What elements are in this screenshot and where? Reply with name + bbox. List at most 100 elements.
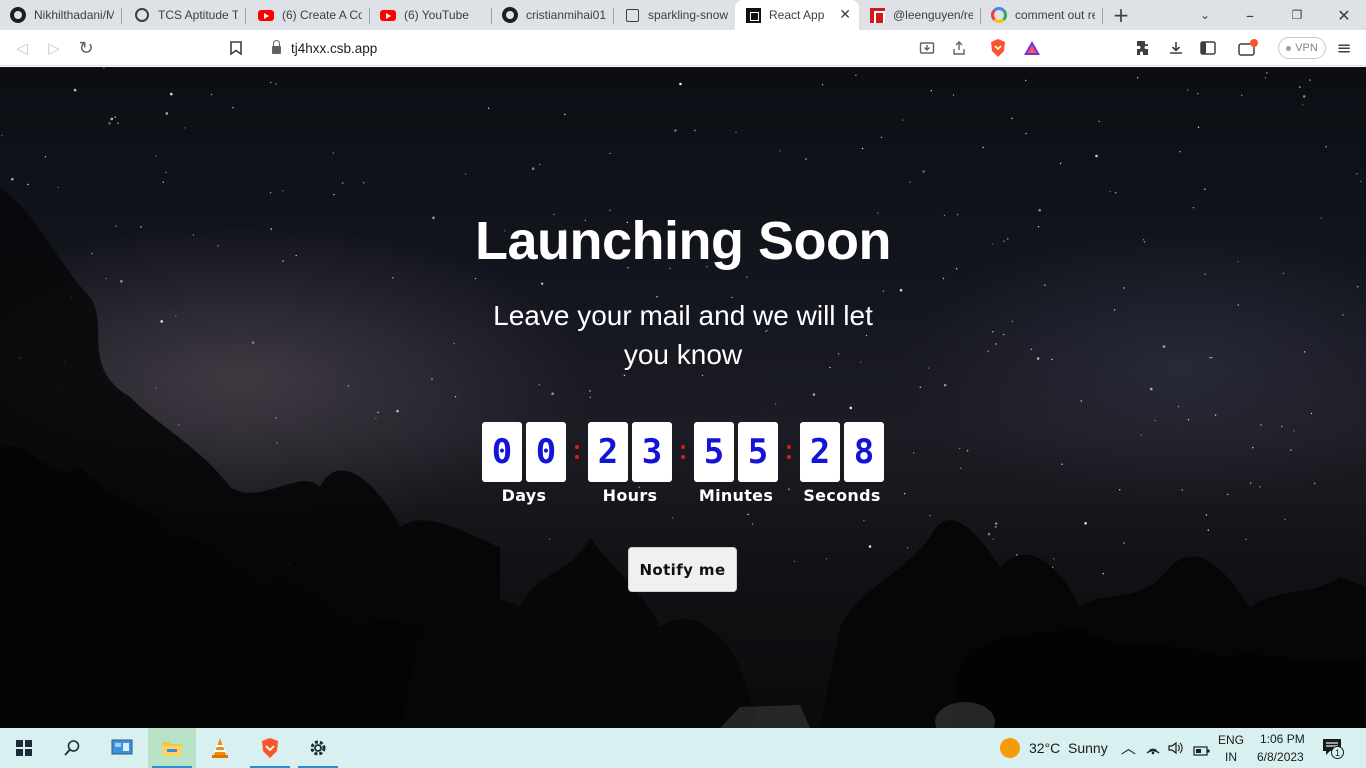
vpn-label: VPN: [1295, 42, 1318, 54]
youtube-icon: [258, 7, 274, 23]
tab-3[interactable]: (6) YouTube: [370, 0, 492, 30]
tab-4[interactable]: cristianmihai01/: [492, 0, 614, 30]
tab-title: TCS Aptitude Te: [158, 8, 238, 22]
notification-center-icon[interactable]: 1: [1322, 738, 1346, 760]
countdown-timer: 0 0 2 3 5 5 2 8 Days Hours Minutes Secon…: [482, 422, 886, 512]
settings-button[interactable]: [294, 728, 342, 768]
tab-1[interactable]: TCS Aptitude Te: [124, 0, 246, 30]
tab-title: cristianmihai01/: [526, 8, 606, 22]
notification-badge: 1: [1331, 746, 1344, 759]
hours-digit-2: 3: [632, 422, 672, 482]
tab-2[interactable]: (6) Create A Cor: [248, 0, 370, 30]
days-label: Days: [501, 486, 547, 505]
tab-8[interactable]: comment out re: [981, 0, 1103, 30]
npm-icon: [869, 7, 885, 23]
new-tab-button[interactable]: +: [1101, 0, 1141, 30]
bookmark-icon[interactable]: [224, 36, 248, 60]
lock-icon[interactable]: [272, 40, 281, 54]
forward-icon[interactable]: ▷: [42, 36, 66, 60]
weather-condition: Sunny: [1068, 740, 1108, 756]
subtitle-line-1: Leave your mail and we will let: [493, 300, 873, 331]
days-digit-2: 0: [526, 422, 566, 482]
search-icon: [64, 740, 80, 756]
back-icon[interactable]: ◁: [10, 36, 34, 60]
sidebar-icon[interactable]: [1196, 36, 1220, 60]
control-panel-button[interactable]: [98, 728, 146, 768]
seconds-digit-2: 8: [844, 422, 884, 482]
page-subtitle: Leave your mail and we will let you know: [463, 296, 903, 374]
clock[interactable]: 1:06 PM 6/8/2023: [1252, 728, 1310, 768]
control-panel-icon: [111, 739, 133, 755]
tab-5[interactable]: sparkling-snow-: [614, 0, 736, 30]
vpn-button[interactable]: VPN: [1278, 37, 1326, 59]
weather-temperature: 32°C: [1029, 740, 1061, 756]
wallet-icon[interactable]: [1236, 36, 1260, 60]
seconds-digit-1: 2: [800, 422, 840, 482]
gear-icon: [310, 740, 326, 756]
minutes-digit-2: 5: [738, 422, 778, 482]
language-indicator[interactable]: ENG IN: [1214, 728, 1248, 768]
tab-title: React App: [769, 8, 825, 22]
react-app-icon: [745, 7, 761, 23]
browser-toolbar: ◁ ▷ ↻ tj4hxx.csb.app VPN ≡: [0, 30, 1366, 66]
github-icon: [502, 7, 518, 23]
hours-digit-1: 2: [588, 422, 628, 482]
seconds-label: Seconds: [803, 486, 881, 505]
launch-content: Launching Soon Leave your mail and we wi…: [0, 67, 1366, 728]
minutes-label: Minutes: [698, 486, 774, 505]
github-icon: [10, 7, 26, 23]
tab-6-active[interactable]: React App ✕: [735, 0, 859, 30]
language-line-2: IN: [1225, 750, 1237, 764]
tab-title: Nikhilthadani/M: [34, 8, 114, 22]
clock-date: 6/8/2023: [1257, 750, 1304, 764]
tab-0[interactable]: Nikhilthadani/M: [0, 0, 122, 30]
extensions-icon[interactable]: [1132, 36, 1156, 60]
chevron-up-icon[interactable]: ︿: [1121, 737, 1136, 758]
codesandbox-icon: [624, 7, 640, 23]
clock-time: 1:06 PM: [1260, 732, 1305, 746]
colon-separator: [574, 440, 580, 464]
tab-title: @leenguyen/re: [893, 8, 973, 22]
tab-search-icon[interactable]: ⌄: [1185, 0, 1225, 30]
network-icon[interactable]: [1145, 740, 1161, 760]
downloads-icon[interactable]: [1164, 36, 1188, 60]
reload-icon[interactable]: ↻: [74, 36, 98, 60]
page-title: Launching Soon: [475, 211, 891, 271]
windows-taskbar: 32°C Sunny ︿ ENG IN 1:06 PM 6/8/2023 1: [0, 728, 1366, 768]
volume-icon[interactable]: [1167, 740, 1185, 760]
tab-title: (6) YouTube: [404, 8, 469, 22]
tcs-icon: [134, 7, 150, 23]
share-icon[interactable]: [947, 36, 971, 60]
notify-me-button[interactable]: Notify me: [628, 547, 737, 592]
sun-icon: [1000, 738, 1020, 758]
vlc-button[interactable]: [196, 728, 244, 768]
hours-label: Hours: [602, 486, 658, 505]
brave-shields-icon[interactable]: [986, 36, 1010, 60]
url-text: tj4hxx.csb.app: [291, 40, 378, 56]
battery-icon[interactable]: [1193, 742, 1211, 761]
restore-icon[interactable]: ❐: [1277, 0, 1317, 30]
minimize-icon[interactable]: –: [1230, 0, 1270, 30]
youtube-icon: [380, 7, 396, 23]
brave-rewards-icon[interactable]: [1020, 36, 1044, 60]
close-window-icon[interactable]: ✕: [1324, 0, 1364, 30]
brave-icon: [262, 738, 278, 758]
search-button[interactable]: [48, 728, 96, 768]
colon-separator: [786, 440, 792, 464]
vlc-icon: [212, 738, 228, 758]
page-viewport: Launching Soon Leave your mail and we wi…: [0, 67, 1366, 728]
brave-browser-button[interactable]: [246, 728, 294, 768]
file-explorer-button[interactable]: [148, 728, 196, 768]
days-digit-1: 0: [482, 422, 522, 482]
close-tab-icon[interactable]: ✕: [839, 7, 851, 23]
weather-widget[interactable]: 32°C Sunny: [998, 728, 1110, 768]
start-button[interactable]: [0, 728, 48, 768]
menu-icon[interactable]: ≡: [1332, 36, 1356, 60]
tab-7[interactable]: @leenguyen/re: [859, 0, 981, 30]
language-line-1: ENG: [1218, 733, 1245, 747]
install-app-icon[interactable]: [915, 36, 939, 60]
minutes-digit-1: 5: [694, 422, 734, 482]
tab-title: (6) Create A Cor: [282, 8, 362, 22]
tab-title: sparkling-snow-: [648, 8, 728, 22]
windows-logo-icon: [16, 740, 32, 756]
